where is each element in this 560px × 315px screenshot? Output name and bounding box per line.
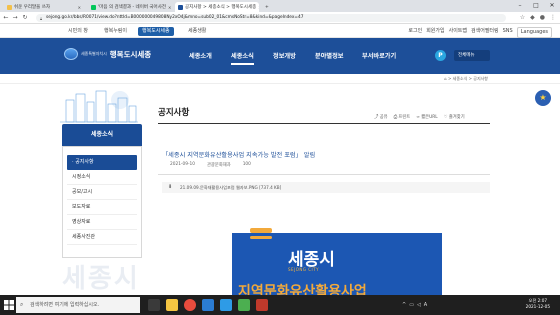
gnb-menu-open[interactable]: 정보개방 bbox=[273, 51, 296, 60]
sejong-favicon-icon bbox=[178, 4, 183, 10]
share-button[interactable]: ⤴ 공유 bbox=[374, 114, 388, 120]
url-input[interactable]: sejong.go.kr/bbs/R0071/view.do?nttId=B00… bbox=[36, 14, 506, 22]
address-bar-row: ← → ↻ sejong.go.kr/bbs/R0071/view.do?ntt… bbox=[0, 12, 560, 24]
all-menu-button[interactable]: 전체메뉴 bbox=[454, 50, 490, 61]
lock-icon[interactable]: 🔒︎ bbox=[40, 16, 42, 21]
menu-icon[interactable]: ⋮ bbox=[550, 14, 556, 22]
windows-taskbar: ⌕ 검색하려면 여기에 입력하십시오. ^ ▭ ◁ A 오전 2:07 2021… bbox=[0, 295, 560, 315]
poster-accent bbox=[250, 228, 272, 233]
reload-icon[interactable]: ↻ bbox=[21, 13, 29, 23]
article-views: 100 bbox=[242, 162, 251, 167]
gnb-menu-intro[interactable]: 세종소개 bbox=[189, 51, 212, 60]
search-filter-link[interactable]: 검색어필터링 bbox=[471, 27, 499, 38]
clock-date: 2021-12-05 bbox=[525, 304, 550, 309]
util-link-life[interactable]: 세종생활 bbox=[184, 27, 210, 36]
util-link-sejong-active[interactable]: 행복도시세종 bbox=[138, 27, 174, 36]
app-icon[interactable] bbox=[238, 299, 250, 311]
taskbar-search-input[interactable]: ⌕ 검색하려면 여기에 입력하십시오. bbox=[16, 297, 140, 313]
attachment-row[interactable]: ⬇ 21.09.09.문화재활용사업포럼 웹자보.PNG [737.4 KB] bbox=[162, 182, 490, 193]
naver-favicon-icon bbox=[91, 4, 96, 10]
article-meta: 2021-09-10 관광문화재과 100 bbox=[170, 162, 251, 168]
sub-bar: ⌂ > 세종소식 > 공지사항 bbox=[0, 74, 560, 84]
close-window-button[interactable]: ✕ bbox=[544, 0, 560, 12]
maximize-button[interactable]: □ bbox=[528, 0, 544, 12]
windows-start-icon[interactable] bbox=[4, 300, 14, 310]
login-link[interactable]: 로그인 bbox=[408, 27, 422, 38]
util-link-citizen[interactable]: 시민의 창 bbox=[64, 27, 92, 36]
lnb-item-photo[interactable]: 세종사진관 bbox=[67, 230, 137, 245]
floating-star-icon[interactable]: ★ bbox=[535, 90, 551, 106]
util-link-happy[interactable]: 행복누림이 bbox=[100, 27, 131, 36]
left-navigation: · 공지사항 시정소식 공모/고시 보도자료 영상자료 세종사진관 bbox=[62, 146, 142, 258]
attachment-link[interactable]: 21.09.09.문화재활용사업포럼 웹자보.PNG [737.4 KB] bbox=[180, 185, 281, 190]
ime-indicator[interactable]: A bbox=[424, 299, 427, 311]
minimize-button[interactable]: – bbox=[512, 0, 528, 12]
article-title: 「세종시 지역문화유산활용사업 지속가능 발전 포럼」 알림 bbox=[162, 152, 316, 159]
meta-divider bbox=[158, 174, 490, 175]
lnb-item-video[interactable]: 영상자료 bbox=[67, 215, 137, 230]
global-navigation: 세종특별자치시 행복도시세종 세종소개 세종소식 정보개방 분야별정보 부서바로… bbox=[0, 38, 560, 74]
utility-bar: 시민의 창 행복누림이 행복도시세종 세종생활 로그인 회원가입 사이트맵 검색… bbox=[0, 24, 560, 38]
task-view-icon[interactable] bbox=[148, 299, 160, 311]
search-icon: ⌕ bbox=[20, 301, 24, 308]
back-icon[interactable]: ← bbox=[2, 13, 10, 23]
article-department: 관광문화재과 bbox=[206, 163, 231, 168]
close-tab-icon[interactable]: ✕ bbox=[258, 5, 259, 10]
network-icon[interactable]: ▭ bbox=[409, 299, 414, 311]
close-tab-icon[interactable]: ✕ bbox=[168, 5, 171, 10]
lnb-item-notice[interactable]: · 공지사항 bbox=[67, 155, 137, 170]
short-url-button[interactable]: ∞ 짧은URL bbox=[416, 114, 437, 120]
close-tab-icon[interactable]: ✕ bbox=[78, 5, 81, 10]
site-logo[interactable]: 세종특별자치시 행복도시세종 bbox=[64, 48, 151, 60]
window-controls: – □ ✕ bbox=[512, 0, 560, 12]
languages-select[interactable]: Languages bbox=[516, 27, 552, 38]
browser-toolbar-icons: ☆ ◆ ● ⋮ bbox=[520, 14, 556, 22]
lnb-item-announce[interactable]: 공모/고시 bbox=[67, 185, 137, 200]
breadcrumb: ⌂ > 세종소식 > 공지사항 bbox=[444, 76, 488, 81]
browser-tab-active[interactable]: 공지사항 > 세종소식 > 행복도시세종 ✕ bbox=[175, 2, 259, 12]
signup-link[interactable]: 회원가입 bbox=[426, 27, 444, 38]
tray-chevron-icon[interactable]: ^ bbox=[402, 299, 406, 311]
article-date: 2021-09-10 bbox=[170, 162, 195, 167]
forward-icon[interactable]: → bbox=[11, 13, 19, 23]
watermark-text: 세종시 bbox=[62, 264, 140, 294]
browser-tab-strip: 쉬운 우리말을 쓰자 ✕ '마음 의 검색결과 - 네이버 국어사전 ✕ 공지사… bbox=[0, 0, 560, 12]
p-icon[interactable]: P bbox=[435, 50, 446, 61]
plus-icon: + bbox=[265, 4, 269, 10]
gnb-menu-field[interactable]: 분야별정보 bbox=[315, 51, 343, 60]
page-title: 공지사항 bbox=[158, 108, 190, 118]
lnb-item-press[interactable]: 보도자료 bbox=[67, 200, 137, 215]
title-divider bbox=[158, 123, 490, 124]
gnb-menu-news[interactable]: 세종소식 bbox=[231, 51, 254, 65]
system-tray: ^ ▭ ◁ A bbox=[402, 299, 427, 311]
poster-accent bbox=[250, 236, 272, 239]
lnb-title: 세종소식 bbox=[62, 124, 142, 146]
city-illustration bbox=[60, 90, 138, 123]
new-tab-button[interactable]: + bbox=[262, 2, 272, 12]
app-icon[interactable] bbox=[256, 299, 268, 311]
sejong-emblem-icon bbox=[64, 48, 78, 60]
profile-icon[interactable]: ● bbox=[540, 14, 545, 22]
lnb-item-city-news[interactable]: 시정소식 bbox=[67, 170, 137, 185]
browser-tab-2[interactable]: '마음 의 검색결과 - 네이버 국어사전 ✕ bbox=[88, 2, 172, 12]
mail-icon[interactable] bbox=[220, 299, 232, 311]
sns-link[interactable]: SNS bbox=[503, 27, 513, 38]
star-icon[interactable]: ☆ bbox=[520, 14, 525, 22]
poster-subtitle: SEJONG CITY bbox=[288, 267, 320, 272]
browser-tab-1[interactable]: 쉬운 우리말을 쓰자 ✕ bbox=[4, 2, 84, 12]
chrome-icon[interactable] bbox=[184, 299, 196, 311]
favicon-icon bbox=[7, 4, 12, 10]
util-right-links: 로그인 회원가입 사이트맵 검색어필터링 SNS Languages bbox=[408, 27, 552, 38]
volume-icon[interactable]: ◁ bbox=[417, 299, 421, 311]
extensions-icon[interactable]: ◆ bbox=[530, 14, 535, 22]
download-icon: ⬇ bbox=[168, 184, 173, 190]
edge-icon[interactable] bbox=[202, 299, 214, 311]
sitemap-link[interactable]: 사이트맵 bbox=[449, 27, 467, 38]
print-button[interactable]: ⎙ 프린트 bbox=[394, 114, 411, 120]
file-explorer-icon[interactable] bbox=[166, 299, 178, 311]
page-tools: ⤴ 공유 ⎙ 프린트 ∞ 짧은URL ♡ 즐겨찾기 bbox=[374, 114, 465, 120]
favorite-button[interactable]: ♡ 즐겨찾기 bbox=[444, 114, 465, 120]
system-clock[interactable]: 오전 2:07 2021-12-05 bbox=[526, 298, 550, 310]
gnb-menu-dept[interactable]: 부서바로가기 bbox=[362, 51, 396, 60]
